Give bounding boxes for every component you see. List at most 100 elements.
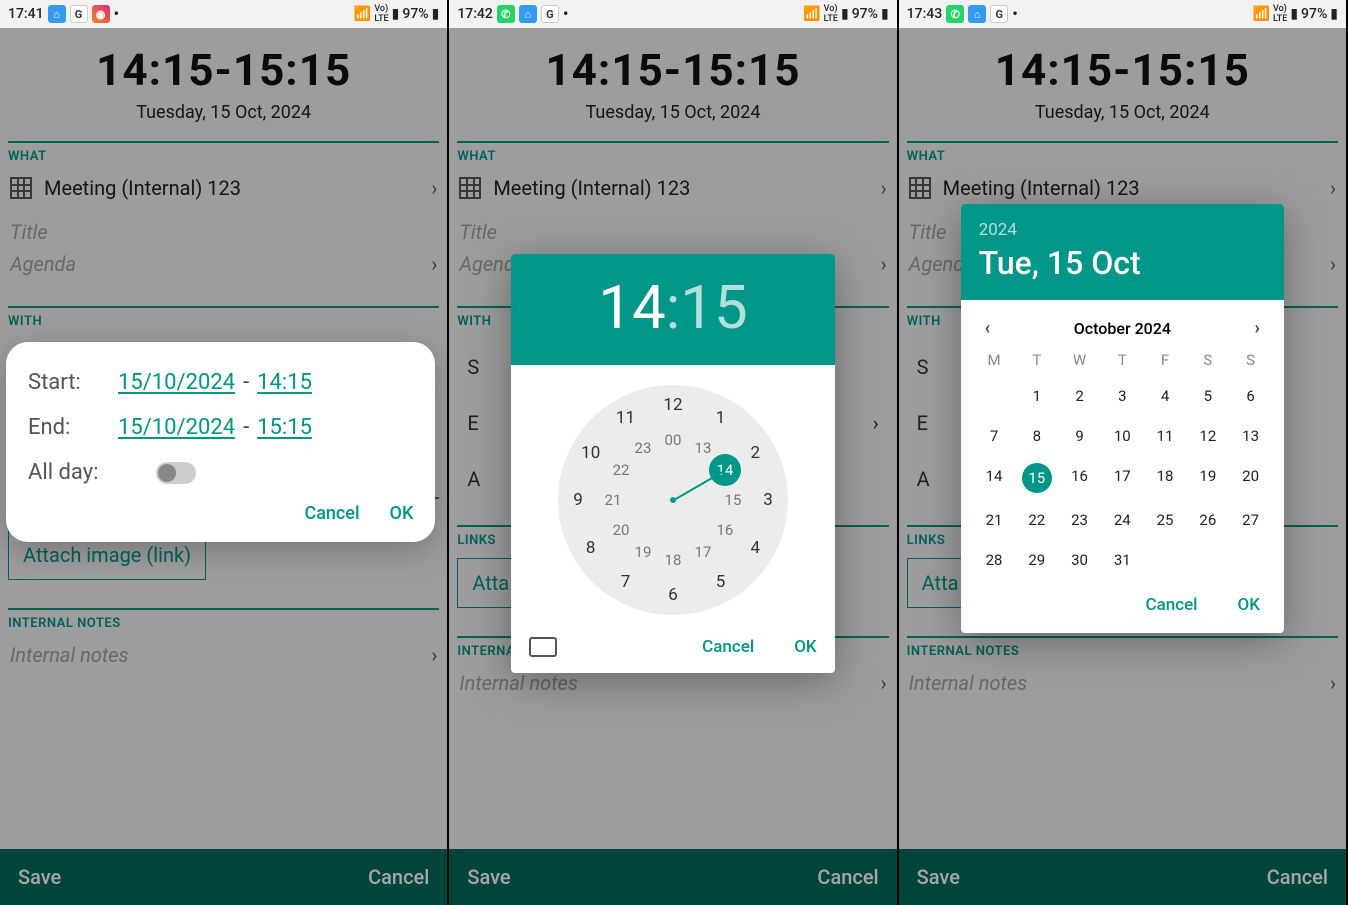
calendar-day[interactable]: 12 — [1186, 423, 1229, 449]
start-time-link[interactable]: 14:15 — [257, 370, 312, 395]
calendar-day[interactable]: 30 — [1058, 547, 1101, 573]
clock-hour-00[interactable]: 00 — [665, 431, 682, 449]
clock-hour-22[interactable]: 22 — [613, 461, 630, 479]
wifi-icon: 📶 — [803, 6, 820, 22]
calendar-day[interactable]: 16 — [1058, 463, 1101, 493]
clock-hour-7[interactable]: 7 — [621, 572, 631, 592]
clock-hour-4[interactable]: 4 — [750, 538, 760, 558]
battery-icon: ▮ — [1330, 6, 1338, 22]
calendar-day[interactable]: 31 — [1101, 547, 1144, 573]
calendar-day[interactable]: 9 — [1058, 423, 1101, 449]
calendar-day[interactable]: 20 — [1229, 463, 1272, 493]
calendar-day[interactable]: 23 — [1058, 507, 1101, 533]
clock-hour-8[interactable]: 8 — [586, 538, 596, 558]
calendar-day[interactable]: 21 — [973, 507, 1016, 533]
calendar-day[interactable]: 17 — [1101, 463, 1144, 493]
app-icon: ⌂ — [968, 5, 986, 23]
dialog-cancel-button[interactable]: Cancel — [304, 503, 359, 524]
app-icon: ⌂ — [48, 5, 66, 23]
time-picker-dialog: 14:15 1212345678910110013141516171819202… — [511, 254, 834, 673]
phone-3: 17:43 ✆ ⌂ G • 📶 Vo)LTE ▮ 97% ▮ 14:15-15:… — [899, 0, 1348, 905]
start-date-link[interactable]: 15/10/2024 — [118, 370, 235, 395]
calendar-day[interactable]: 27 — [1229, 507, 1272, 533]
clock-face[interactable]: 121234567891011001314151617181920212223 — [558, 385, 788, 615]
calendar-day[interactable]: 13 — [1229, 423, 1272, 449]
dialog-cancel-button[interactable]: Cancel — [702, 637, 754, 657]
clock-hour-13[interactable]: 13 — [695, 439, 712, 457]
more-dot-icon: • — [563, 6, 569, 22]
dialog-ok-button[interactable]: OK — [1238, 595, 1260, 615]
next-month-button[interactable]: › — [1249, 314, 1266, 343]
picker-header-date: Tue, 15 Oct — [979, 244, 1266, 282]
clock-hour-15[interactable]: 15 — [725, 491, 742, 509]
clock-hour-19[interactable]: 19 — [635, 543, 652, 561]
calendar-day[interactable]: 28 — [973, 547, 1016, 573]
end-time-link[interactable]: 15:15 — [257, 415, 312, 440]
clock-hour-2[interactable]: 2 — [750, 443, 760, 463]
dialog-ok-button[interactable]: OK — [794, 637, 816, 657]
volte-icon: Vo)LTE — [824, 4, 838, 24]
clock-hour-10[interactable]: 10 — [581, 443, 600, 463]
signal-icon: ▮ — [841, 6, 849, 22]
clock-hour-23[interactable]: 23 — [635, 439, 652, 457]
calendar-day[interactable]: 26 — [1186, 507, 1229, 533]
clock-hour-6[interactable]: 6 — [668, 585, 678, 605]
signal-icon: ▮ — [392, 6, 400, 22]
wifi-icon: 📶 — [1253, 6, 1270, 22]
dow-header: S — [1229, 351, 1272, 369]
calendar-grid: MTWTFSS 12345678910111213141516171819202… — [973, 351, 1272, 573]
calendar-day[interactable]: 7 — [973, 423, 1016, 449]
wifi-icon: 📶 — [354, 6, 371, 22]
clock-hour-16[interactable]: 16 — [717, 521, 734, 539]
prev-month-button[interactable]: ‹ — [979, 314, 997, 343]
dow-header: T — [1101, 351, 1144, 369]
calendar-day[interactable]: 4 — [1144, 383, 1187, 409]
calendar-day[interactable]: 18 — [1144, 463, 1187, 493]
calendar-day[interactable]: 25 — [1144, 507, 1187, 533]
clock-hour-11[interactable]: 11 — [616, 408, 635, 428]
calendar-day[interactable]: 29 — [1015, 547, 1058, 573]
clock-hour-1[interactable]: 1 — [716, 408, 726, 428]
selected-hour[interactable]: 14 — [598, 272, 665, 343]
calendar-day[interactable]: 19 — [1186, 463, 1229, 493]
calendar-day[interactable]: 5 — [1186, 383, 1229, 409]
clock-hour-17[interactable]: 17 — [695, 543, 712, 561]
whatsapp-icon: ✆ — [497, 5, 515, 23]
clock-hour-21[interactable]: 21 — [605, 491, 622, 509]
end-date-link[interactable]: 15/10/2024 — [118, 415, 235, 440]
dialog-cancel-button[interactable]: Cancel — [1145, 595, 1197, 615]
status-bar: 17:42 ✆ ⌂ G • 📶 Vo)LTE ▮ 97% ▮ — [449, 0, 896, 28]
allday-toggle[interactable] — [156, 462, 196, 484]
status-bar: 17:43 ✆ ⌂ G • 📶 Vo)LTE ▮ 97% ▮ — [899, 0, 1346, 28]
status-bar: 17:41 ⌂ G ◉ • 📶 Vo)LTE ▮ 97% ▮ — [0, 0, 447, 28]
dialog-ok-button[interactable]: OK — [390, 503, 414, 524]
more-dot-icon: • — [114, 6, 120, 22]
calendar-day[interactable]: 6 — [1229, 383, 1272, 409]
clock-hour-5[interactable]: 5 — [716, 572, 726, 592]
clock-hour-12[interactable]: 12 — [663, 395, 682, 415]
calendar-day[interactable]: 8 — [1015, 423, 1058, 449]
end-label: End: — [28, 415, 118, 440]
phone-2: 17:42 ✆ ⌂ G • 📶 Vo)LTE ▮ 97% ▮ 14:15-15:… — [449, 0, 898, 905]
start-label: Start: — [28, 370, 118, 395]
picker-year[interactable]: 2024 — [979, 220, 1266, 240]
clock-hour-9[interactable]: 9 — [573, 490, 583, 510]
selected-minute[interactable]: 15 — [680, 272, 747, 343]
keyboard-icon[interactable] — [529, 637, 557, 657]
clock-hour-18[interactable]: 18 — [665, 551, 682, 569]
calendar-day[interactable]: 3 — [1101, 383, 1144, 409]
clock-hour-3[interactable]: 3 — [763, 490, 773, 510]
app-icon: ⌂ — [519, 5, 537, 23]
calendar-day[interactable]: 2 — [1058, 383, 1101, 409]
calendar-day[interactable]: 24 — [1101, 507, 1144, 533]
instagram-icon: ◉ — [92, 5, 110, 23]
calendar-day[interactable]: 15 — [1022, 463, 1052, 493]
battery-text: 97% — [402, 6, 428, 22]
calendar-day[interactable]: 14 — [973, 463, 1016, 493]
date-picker-dialog: 2024 Tue, 15 Oct ‹ October 2024 › MTWTFS… — [961, 204, 1284, 633]
calendar-day[interactable]: 22 — [1015, 507, 1058, 533]
calendar-day[interactable]: 10 — [1101, 423, 1144, 449]
calendar-day[interactable]: 11 — [1144, 423, 1187, 449]
calendar-day[interactable]: 1 — [1015, 383, 1058, 409]
clock-hour-20[interactable]: 20 — [613, 521, 630, 539]
